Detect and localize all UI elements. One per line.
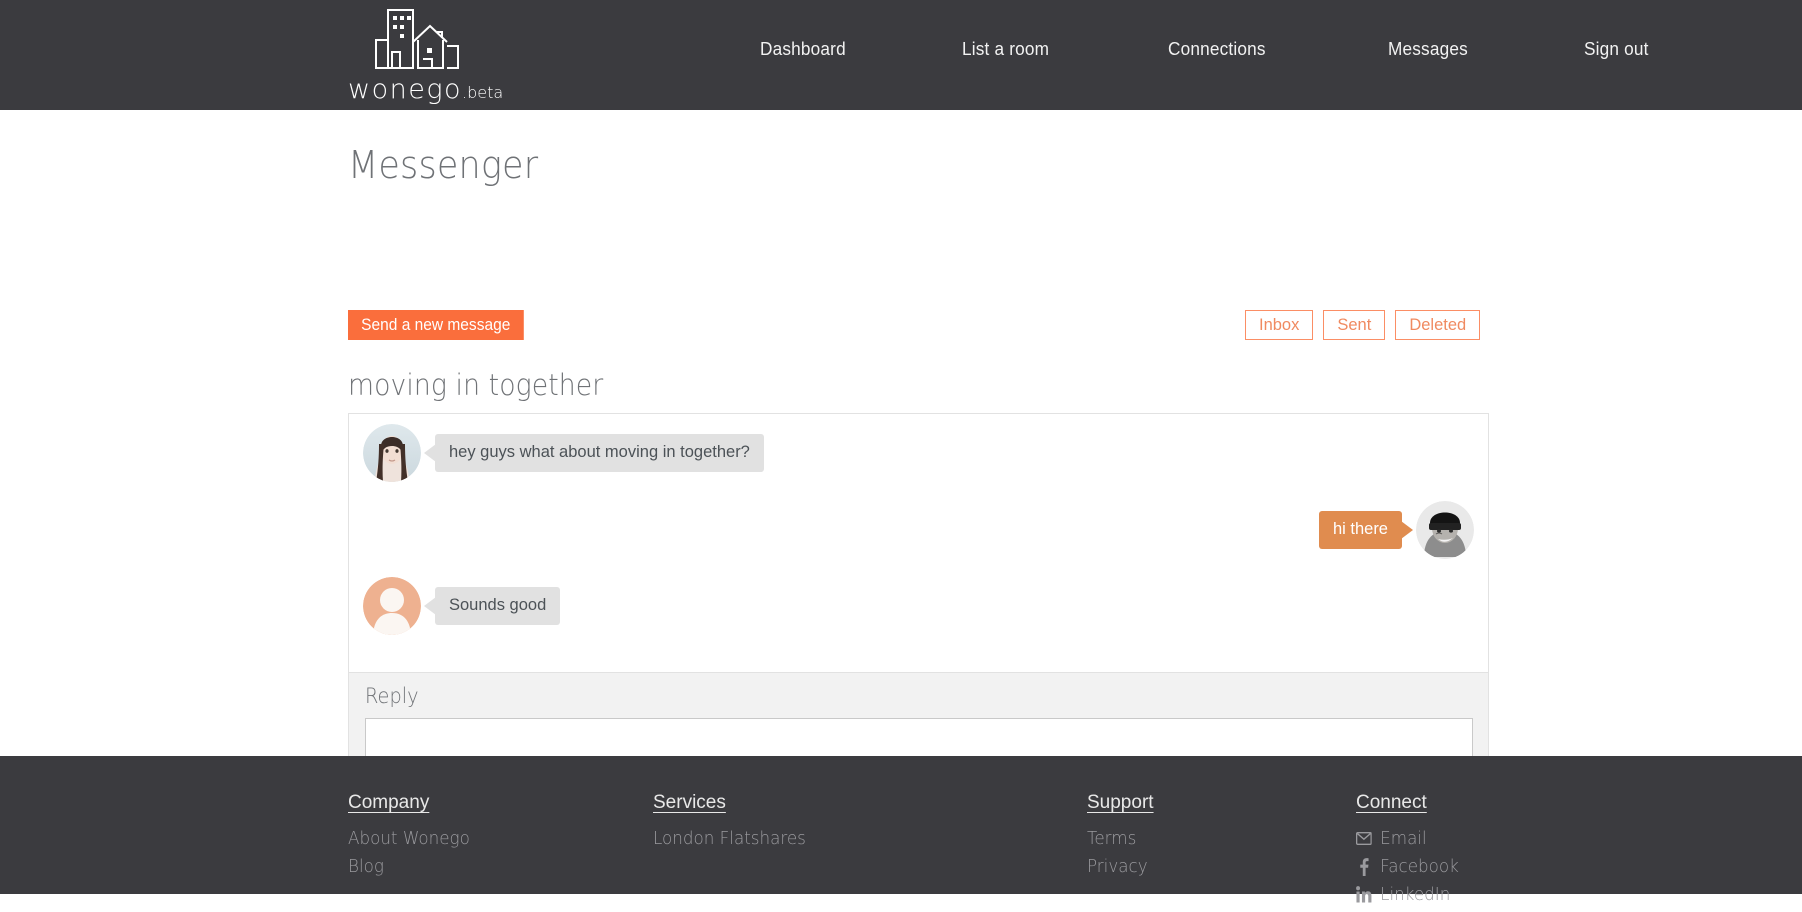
footer-column-services: Services London Flatshares <box>653 792 817 856</box>
avatar-photo-man-beanie <box>1416 501 1474 559</box>
avatar[interactable] <box>363 424 421 482</box>
message-row: hey guys what about moving in together? <box>363 424 764 482</box>
nav-list-a-room[interactable]: List a room <box>962 38 1049 60</box>
avatar[interactable] <box>1416 501 1474 559</box>
footer-column-company: Company About Wonego Blog <box>348 792 479 884</box>
tab-sent[interactable]: Sent <box>1323 310 1386 340</box>
envelope-icon <box>1356 830 1372 847</box>
nav-dashboard[interactable]: Dashboard <box>760 38 846 60</box>
tab-deleted[interactable]: Deleted <box>1395 310 1481 340</box>
nav-messages[interactable]: Messages <box>1388 38 1468 60</box>
site-footer: Company About Wonego Blog Services Londo… <box>0 756 1802 905</box>
avatar-photo-woman <box>363 424 421 482</box>
message-list: hey guys what about moving in together? <box>349 414 1488 671</box>
nav-sign-out[interactable]: Sign out <box>1584 38 1649 60</box>
avatar[interactable] <box>363 577 421 635</box>
message-bubble: hey guys what about moving in together? <box>424 433 764 473</box>
logo-word-text: wonego <box>348 74 463 105</box>
message-bubble: hi there <box>1318 510 1414 550</box>
linkedin-icon <box>1356 886 1372 903</box>
footer-link-label: Email <box>1380 828 1427 849</box>
footer-heading-company: Company <box>348 792 430 813</box>
footer-link-london-flatshares[interactable]: London Flatshares <box>653 828 806 849</box>
logo-wordmark: wonego.beta <box>348 74 538 105</box>
tab-inbox[interactable]: Inbox <box>1245 310 1314 340</box>
footer-link-about-wonego[interactable]: About Wonego <box>348 828 470 849</box>
footer-link-label: Facebook <box>1380 856 1459 877</box>
message-row: hi there <box>1318 501 1474 559</box>
page-body: Messenger Send a new message Inbox Sent … <box>0 110 1802 856</box>
message-bubble: Sounds good <box>423 586 561 626</box>
footer-link-terms[interactable]: Terms <box>1087 828 1149 849</box>
avatar-placeholder-silhouette-icon <box>363 577 421 635</box>
message-row: Sounds good <box>363 577 561 635</box>
footer-link-email[interactable]: Email <box>1356 828 1459 849</box>
footer-heading-services: Services <box>653 792 726 813</box>
nav-connections[interactable]: Connections <box>1168 38 1266 60</box>
footer-link-facebook[interactable]: Facebook <box>1356 856 1459 877</box>
footer-link-linkedin[interactable]: LinkedIn <box>1356 884 1459 905</box>
footer-heading-support: Support <box>1087 792 1154 813</box>
footer-link-privacy[interactable]: Privacy <box>1087 856 1149 877</box>
page-title: Messenger <box>348 143 539 187</box>
city-buildings-logo-icon <box>370 6 470 77</box>
footer-heading-connect: Connect <box>1356 792 1427 813</box>
send-a-new-message-button[interactable]: Send a new message <box>348 310 524 340</box>
reply-label: Reply <box>365 684 419 708</box>
mailbox-folder-tabs: Inbox Sent Deleted <box>1245 310 1481 340</box>
main-navigation: Dashboard List a room Connections Messag… <box>760 38 1654 60</box>
logo[interactable]: wonego.beta <box>348 4 538 105</box>
footer-column-support: Support Terms Privacy <box>1087 792 1154 884</box>
thread-title: moving in together <box>348 368 604 402</box>
footer-link-blog[interactable]: Blog <box>348 856 470 877</box>
footer-link-label: LinkedIn <box>1380 884 1451 905</box>
logo-beta-text: .beta <box>462 83 504 102</box>
site-header: wonego.beta Dashboard List a room Connec… <box>0 0 1802 110</box>
footer-column-connect: Connect Email Facebook LinkedIn <box>1356 792 1467 912</box>
facebook-icon <box>1356 857 1372 876</box>
